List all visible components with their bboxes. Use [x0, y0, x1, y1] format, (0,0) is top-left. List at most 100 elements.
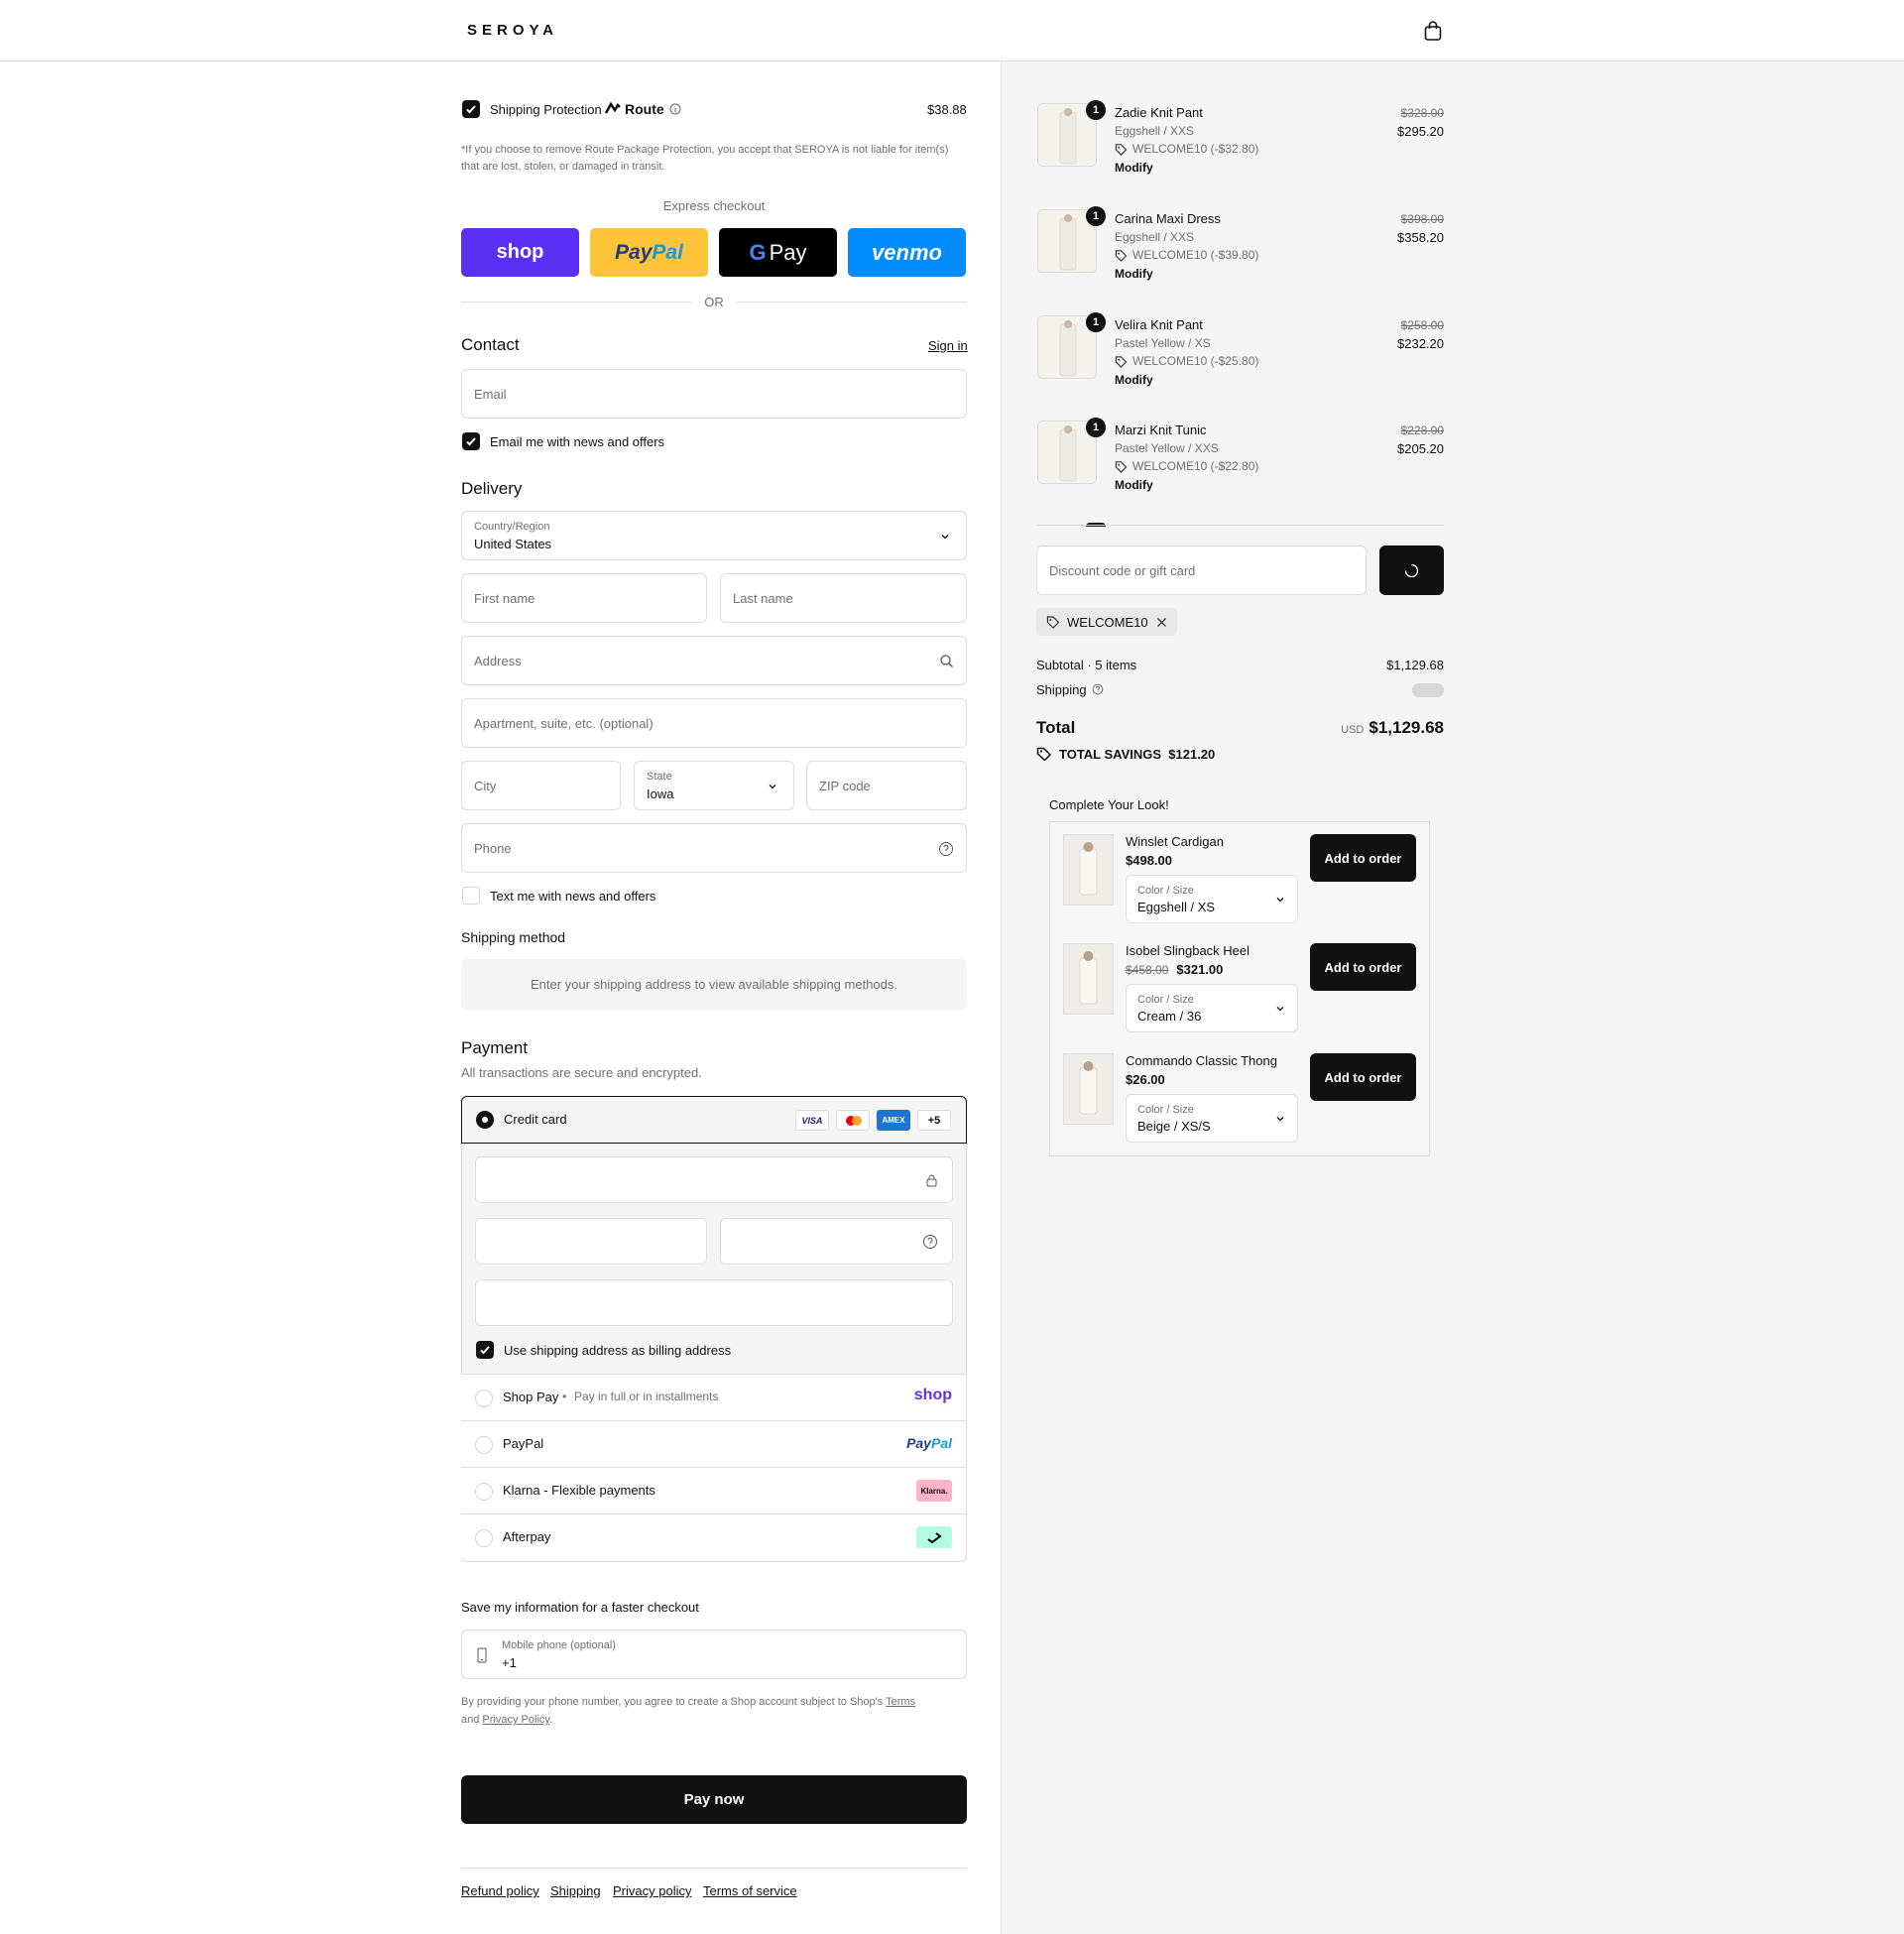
help-icon[interactable]	[1092, 683, 1104, 695]
shop-pay-button[interactable]: shop	[461, 228, 579, 277]
shopping-bag-icon[interactable]	[1422, 20, 1444, 42]
upsell-item-option-select[interactable]: Color / Size Eggshell / XS	[1126, 875, 1298, 923]
text-news-checkbox[interactable]	[462, 887, 480, 905]
cart-item-modify-link[interactable]: Modify	[1115, 478, 1153, 492]
afterpay-option[interactable]: Afterpay	[461, 1513, 966, 1561]
sign-in-link[interactable]: Sign in	[928, 338, 968, 353]
venmo-button[interactable]: venmo	[848, 228, 966, 277]
klarna-option[interactable]: Klarna - Flexible payments Klarna.	[461, 1467, 966, 1513]
cart-item-name: Marzi Knit Tunic	[1115, 423, 1207, 437]
first-name-input[interactable]: First name	[461, 573, 707, 623]
cart-item-original-price: $328.00	[1400, 106, 1444, 120]
total-savings: TOTAL SAVINGS $121.20	[1059, 747, 1216, 762]
refund-policy-link[interactable]: Refund policy	[461, 1883, 539, 1898]
tag-icon	[1115, 461, 1128, 473]
google-g-icon: G	[749, 239, 767, 265]
last-name-input[interactable]: Last name	[720, 573, 967, 623]
zip-input[interactable]: ZIP code	[806, 761, 967, 810]
billing-address-checkbox[interactable]	[476, 1341, 494, 1359]
terms-link[interactable]: Terms	[886, 1696, 915, 1708]
afterpay-logo-icon	[916, 1526, 952, 1548]
upsell-item-name: Isobel Slingback Heel	[1126, 943, 1250, 958]
express-checkout-title: Express checkout	[662, 198, 766, 213]
shop-pay-radio[interactable]	[475, 1390, 493, 1407]
apply-discount-button[interactable]	[1379, 545, 1444, 595]
privacy-policy-link[interactable]: Privacy Policy	[482, 1714, 549, 1726]
state-select[interactable]: State Iowa	[634, 761, 794, 810]
cart-item-quantity-badge: 1	[1086, 418, 1106, 437]
paypal-button[interactable]: Pay Pal	[590, 228, 708, 277]
card-expiry-input[interactable]	[475, 1218, 707, 1265]
cart-item-quantity-badge: 1	[1086, 206, 1106, 226]
route-logo-icon	[605, 101, 621, 114]
discount-code-input[interactable]: Discount code or gift card	[1036, 545, 1367, 595]
upsell-item-option-select[interactable]: Color / Size Cream / 36	[1126, 984, 1298, 1032]
apartment-input[interactable]: Apartment, suite, etc. (optional)	[461, 698, 967, 748]
header: SEROYA	[0, 0, 1904, 61]
shop-terms-text: By providing your phone number, you agre…	[461, 1696, 916, 1726]
help-icon[interactable]	[938, 841, 954, 857]
add-to-order-button[interactable]: Add to order	[1310, 943, 1416, 991]
city-input[interactable]: City	[461, 761, 621, 810]
more-cards-badge[interactable]: +5	[917, 1110, 951, 1131]
cart-item-modify-link[interactable]: Modify	[1115, 267, 1153, 281]
pay-now-button[interactable]: Pay now	[461, 1775, 967, 1824]
subtotal-label: Subtotal · 5 items	[1036, 658, 1137, 672]
country-select[interactable]: Country/Region United States	[461, 511, 967, 560]
cardholder-name-input[interactable]	[475, 1279, 953, 1326]
upsell-item-image	[1063, 943, 1114, 1015]
card-cvv-input[interactable]	[720, 1218, 953, 1265]
upsell-title: Complete Your Look!	[1049, 797, 1169, 812]
add-to-order-button[interactable]: Add to order	[1310, 834, 1416, 882]
afterpay-radio[interactable]	[475, 1529, 493, 1547]
shipping-policy-link[interactable]: Shipping	[550, 1883, 601, 1898]
klarna-radio[interactable]	[475, 1483, 493, 1501]
credit-card-option[interactable]: Credit card VISA AMEX +5	[461, 1096, 967, 1144]
divider	[461, 1868, 967, 1869]
brand-logo[interactable]: SEROYA	[467, 22, 558, 39]
email-input[interactable]: Email	[461, 369, 967, 419]
cart-item-variant: Eggshell / XXS	[1115, 124, 1195, 138]
cart-item-modify-link[interactable]: Modify	[1115, 373, 1153, 387]
email-news-label: Email me with news and offers	[490, 434, 665, 449]
paypal-radio[interactable]	[475, 1436, 493, 1454]
mobile-phone-input[interactable]: Mobile phone (optional) +1	[461, 1630, 967, 1679]
payment-title: Payment	[461, 1038, 529, 1057]
email-news-checkbox[interactable]	[462, 432, 480, 450]
terms-of-service-link[interactable]: Terms of service	[703, 1883, 797, 1898]
visa-icon: VISA	[795, 1110, 829, 1131]
info-icon[interactable]	[669, 103, 681, 115]
subtotal-value: $1,129.68	[1386, 658, 1444, 672]
shipping-protection-checkbox[interactable]	[462, 100, 480, 118]
cart-item-discount: WELCOME10 (-$25.80)	[1132, 354, 1259, 368]
klarna-logo: Klarna.	[916, 1480, 952, 1502]
close-icon[interactable]	[1156, 617, 1167, 628]
paypal-option[interactable]: PayPal PayPal	[461, 1420, 966, 1467]
phone-input[interactable]: Phone	[461, 823, 967, 873]
cart-item-name: Velira Knit Pant	[1115, 317, 1203, 332]
total-amount: USD $1,129.68	[1341, 718, 1444, 737]
cart-item-price: $295.20	[1397, 124, 1444, 139]
credit-card-radio[interactable]	[476, 1111, 494, 1129]
tag-icon	[1115, 356, 1128, 368]
cart-item-quantity-badge: 1	[1086, 100, 1106, 120]
shipping-method-title: Shipping method	[461, 929, 566, 945]
add-to-order-button[interactable]: Add to order	[1310, 1053, 1416, 1101]
upsell-item-name: Winslet Cardigan	[1126, 834, 1224, 849]
chevron-down-icon	[1276, 1007, 1284, 1012]
cart-item-modify-link[interactable]: Modify	[1115, 161, 1153, 175]
tag-icon	[1115, 144, 1128, 156]
address-input[interactable]: Address	[461, 636, 967, 685]
help-icon[interactable]	[922, 1234, 938, 1250]
upsell-item-option-select[interactable]: Color / Size Beige / XS/S	[1126, 1094, 1298, 1143]
privacy-policy-footer-link[interactable]: Privacy policy	[613, 1883, 691, 1898]
card-number-input[interactable]	[475, 1156, 953, 1203]
google-pay-button[interactable]: G Pay	[719, 228, 837, 277]
lock-icon	[926, 1174, 937, 1187]
chevron-down-icon	[769, 785, 776, 789]
shipping-loading-placeholder	[1412, 683, 1444, 697]
route-brand: Route	[625, 101, 664, 117]
cart-item-original-price: $228.00	[1400, 423, 1444, 437]
shop-pay-option[interactable]: Shop Pay • Pay in full or in installment…	[461, 1374, 966, 1420]
billing-address-label: Use shipping address as billing address	[504, 1343, 732, 1358]
